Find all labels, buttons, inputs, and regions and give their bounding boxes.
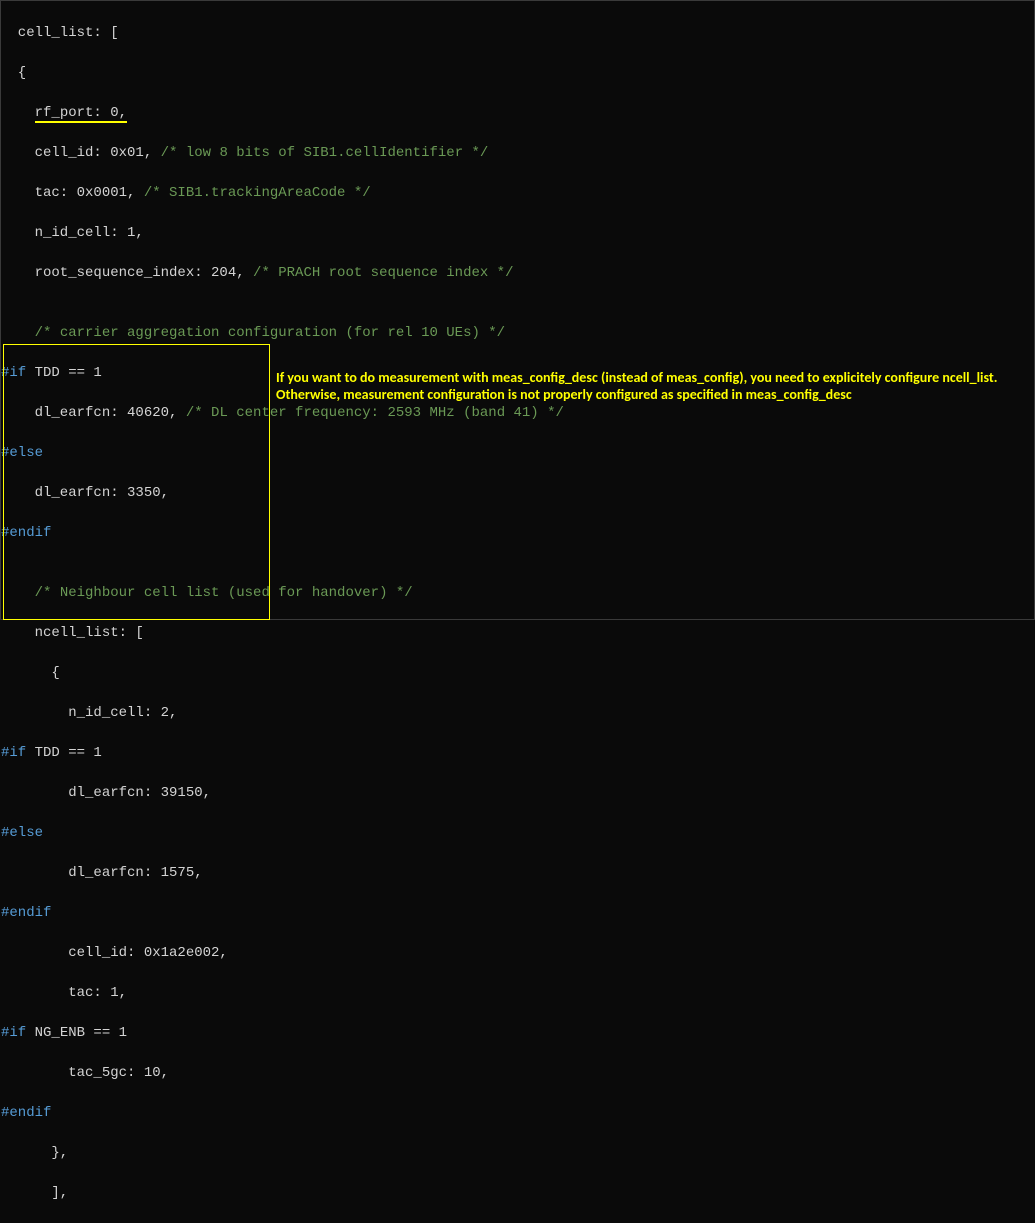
code-line: tac: 0x0001, /* SIB1.trackingAreaCode */ xyxy=(1,183,1034,203)
code-line: ncell_list: [ xyxy=(1,623,1034,643)
code-line: tac_5gc: 10, xyxy=(1,1063,1034,1083)
code-line: n_id_cell: 2, xyxy=(1,703,1034,723)
code-line: root_sequence_index: 204, /* PRACH root … xyxy=(1,263,1034,283)
code-text: cell_id: 0x01, xyxy=(1,145,161,161)
preproc-else: #else xyxy=(1,443,1034,463)
code-line: dl_earfcn: 40620, /* DL center frequency… xyxy=(1,403,1034,423)
comment: /* SIB1.trackingAreaCode */ xyxy=(144,185,371,201)
comment: /* low 8 bits of SIB1.cellIdentifier */ xyxy=(161,145,489,161)
code-line: ], xyxy=(1,1183,1034,1203)
code-text: TDD == 1 xyxy=(26,365,102,381)
preproc-if: #if xyxy=(1,365,26,381)
code-line: /* Neighbour cell list (used for handove… xyxy=(1,583,1034,603)
preproc-endif: #endif xyxy=(1,523,1034,543)
code-text: tac: 0x0001, xyxy=(1,185,144,201)
code-line: cell_list: [ xyxy=(1,23,1034,43)
code-line: rf_port: 0, xyxy=(1,103,1034,123)
preproc-endif: #endif xyxy=(1,1103,1034,1123)
preproc-if: #if xyxy=(1,745,26,761)
indent xyxy=(1,105,35,121)
code-block: cell_list: [ { rf_port: 0, cell_id: 0x01… xyxy=(1,1,1034,1223)
comment: /* PRACH root sequence index */ xyxy=(253,265,513,281)
code-line: #if TDD == 1 xyxy=(1,743,1034,763)
indent xyxy=(1,325,35,341)
code-line: { xyxy=(1,63,1034,83)
preproc-endif: #endif xyxy=(1,903,1034,923)
preproc-if: #if xyxy=(1,1025,26,1041)
code-line: cell_id: 0x1a2e002, xyxy=(1,943,1034,963)
code-line: #if NG_ENB == 1 xyxy=(1,1023,1034,1043)
code-text: root_sequence_index: 204, xyxy=(1,265,253,281)
annotation-note: If you want to do measurement with meas_… xyxy=(276,369,1016,403)
comment: /* carrier aggregation configuration (fo… xyxy=(35,325,505,341)
preproc-else: #else xyxy=(1,823,1034,843)
code-line: dl_earfcn: 3350, xyxy=(1,483,1034,503)
code-line: dl_earfcn: 1575, xyxy=(1,863,1034,883)
code-line: dl_earfcn: 39150, xyxy=(1,783,1034,803)
code-text: NG_ENB == 1 xyxy=(26,1025,127,1041)
code-line: /* carrier aggregation configuration (fo… xyxy=(1,323,1034,343)
code-text: TDD == 1 xyxy=(26,745,102,761)
indent xyxy=(1,585,35,601)
code-text: dl_earfcn: 40620, xyxy=(1,405,186,421)
code-line: n_id_cell: 1, xyxy=(1,223,1034,243)
code-line: }, xyxy=(1,1143,1034,1163)
comment: /* Neighbour cell list (used for handove… xyxy=(35,585,413,601)
code-line: tac: 1, xyxy=(1,983,1034,1003)
comment: /* DL center frequency: 2593 MHz (band 4… xyxy=(186,405,564,421)
code-line: { xyxy=(1,663,1034,683)
highlighted-rf-port: rf_port: 0, xyxy=(35,105,127,123)
code-line: cell_id: 0x01, /* low 8 bits of SIB1.cel… xyxy=(1,143,1034,163)
